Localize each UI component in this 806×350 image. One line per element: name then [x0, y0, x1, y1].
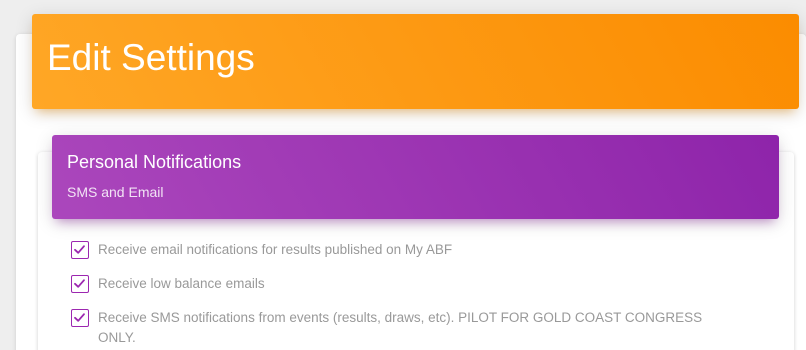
option-email-results[interactable]: Receive email notifications for results … — [71, 240, 771, 260]
option-sms-events[interactable]: Receive SMS notifications from events (r… — [71, 308, 731, 348]
check-icon — [74, 279, 85, 288]
notifications-title: Personal Notifications — [67, 152, 242, 172]
option-label: Receive SMS notifications from events (r… — [98, 310, 703, 345]
settings-page: Edit Settings Personal Notifications SMS… — [0, 0, 806, 350]
checkbox-sms-events[interactable] — [71, 309, 89, 327]
check-icon — [74, 313, 85, 322]
check-icon — [74, 245, 85, 254]
option-label: Receive low balance emails — [98, 276, 265, 291]
notifications-subtitle: SMS and Email — [67, 184, 164, 200]
option-label: Receive email notifications for results … — [98, 242, 453, 257]
checkbox-email-results[interactable] — [71, 241, 89, 259]
settings-header: Edit Settings — [32, 14, 799, 109]
notifications-header: Personal Notifications SMS and Email — [52, 135, 779, 219]
page-title: Edit Settings — [47, 37, 255, 78]
checkbox-low-balance[interactable] — [71, 275, 89, 293]
option-low-balance[interactable]: Receive low balance emails — [71, 274, 771, 294]
